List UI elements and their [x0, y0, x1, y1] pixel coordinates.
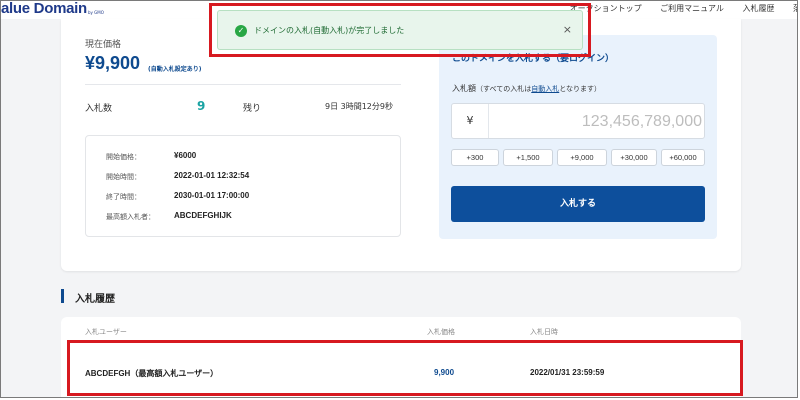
close-icon[interactable]: ×	[563, 23, 572, 36]
current-price: ¥9,900	[85, 53, 141, 73]
logo-subtext: by GMO	[88, 10, 104, 15]
remaining-label: 残り	[243, 104, 262, 114]
bid-amount-field: ¥	[451, 103, 705, 140]
start-time-value: 2022-01-01 12:32:54	[174, 171, 250, 180]
column-header-price: 入札価格	[427, 328, 455, 336]
site-logo[interactable]: alue Domain	[1, 0, 87, 17]
bid-amount-label: 入札額（すべての入札は自動入札となります）	[452, 83, 601, 94]
bid-count-label: 入札数	[85, 104, 113, 114]
quick-add-30000-button[interactable]: +30,000	[611, 149, 657, 166]
history-title: 入札履歴	[75, 294, 115, 305]
logo-text: alue Domain	[1, 0, 87, 17]
bid-count: 9	[197, 99, 206, 113]
column-header-date: 入札日時	[530, 328, 558, 336]
nav-bid-history[interactable]: 入札履歴	[742, 4, 774, 13]
history-row-user: ABCDEFGH（最高額入札ユーザー）	[85, 369, 219, 378]
top-navigation: オークショントップ ご利用マニュアル 入札履歴 落	[554, 3, 797, 14]
auto-bid-note: (自動入札設定あり)	[148, 66, 202, 73]
nav-manual[interactable]: ご利用マニュアル	[660, 4, 724, 13]
nav-truncated-item[interactable]: 落	[793, 4, 797, 13]
history-row-price: 9,900	[434, 368, 455, 377]
success-toast: ✓ ドメインの入札(自動入札)が完了しました ×	[217, 10, 583, 50]
quick-add-60000-button[interactable]: +60,000	[661, 149, 705, 166]
price-divider	[85, 84, 401, 85]
start-time-label: 開始時間：	[106, 173, 141, 181]
start-price-label: 開始価格：	[106, 153, 141, 161]
toast-message: ドメインの入札(自動入札)が完了しました	[254, 26, 405, 35]
submit-bid-button[interactable]: 入札する	[451, 186, 705, 222]
current-price-label: 現在価格	[85, 40, 122, 50]
amount-label-text: 入札額	[452, 84, 476, 93]
amount-note-suffix: となります）	[559, 85, 602, 93]
bid-amount-input[interactable]	[492, 104, 704, 140]
top-bidder-value: ABCDEFGHIJK	[174, 211, 232, 220]
history-title-accent	[61, 289, 64, 303]
check-circle-icon: ✓	[235, 25, 247, 37]
auction-details: 開始価格： ¥6000 開始時間： 2022-01-01 12:32:54 終了…	[85, 135, 401, 237]
quick-add-300-button[interactable]: +300	[451, 149, 499, 166]
currency-symbol: ¥	[452, 104, 489, 138]
bid-panel: このドメインを入札する（要ログイン） 入札額（すべての入札は自動入札となります）…	[439, 35, 717, 239]
bid-panel-title: このドメインを入札する（要ログイン）	[452, 54, 615, 64]
amount-note-prefix: （すべての入札は	[476, 85, 532, 93]
screenshot-frame: alue Domain by GMO オークショントップ ご利用マニュアル 入札…	[0, 0, 798, 398]
quick-add-1500-button[interactable]: +1,500	[503, 149, 553, 166]
auto-bid-link[interactable]: 自動入札	[531, 85, 559, 93]
top-bidder-label: 最高額入札者：	[106, 213, 155, 221]
remaining-time: 9日 3時間12分9秒	[325, 102, 393, 111]
start-price-value: ¥6000	[174, 151, 197, 160]
quick-add-9000-button[interactable]: +9,000	[557, 149, 607, 166]
end-time-value: 2030-01-01 17:00:00	[174, 191, 250, 200]
column-header-user: 入札ユーザー	[85, 328, 127, 336]
end-time-label: 終了時間：	[106, 193, 141, 201]
history-row-date: 2022/01/31 23:59:59	[530, 368, 605, 377]
